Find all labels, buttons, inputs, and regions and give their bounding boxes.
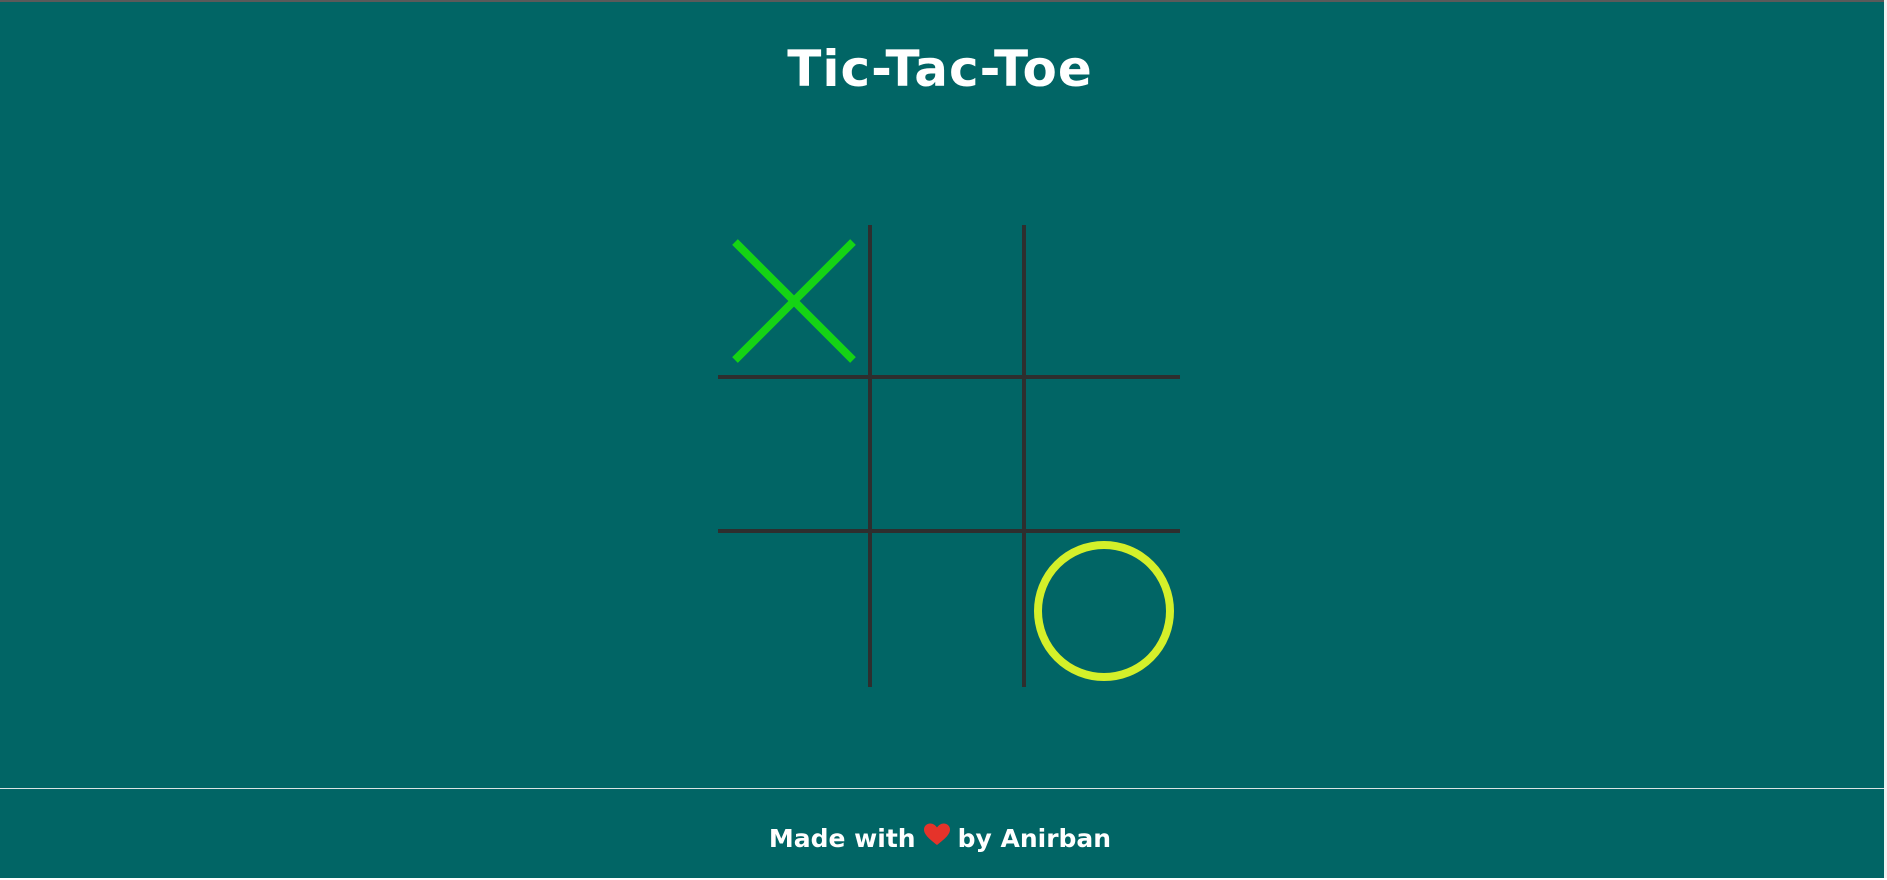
board-cell-9[interactable] — [1026, 533, 1180, 687]
game-board — [718, 225, 1180, 687]
board-cell-4[interactable] — [718, 379, 872, 533]
top-border — [0, 0, 1887, 2]
footer-prefix: Made with — [768, 824, 916, 853]
board-cell-3[interactable] — [1026, 225, 1180, 379]
board-cell-6[interactable] — [1026, 379, 1180, 533]
board-cell-2[interactable] — [872, 225, 1026, 379]
page-title: Tic-Tac-Toe — [787, 40, 1093, 98]
board-cell-1[interactable] — [718, 225, 872, 379]
board-cell-8[interactable] — [872, 533, 1026, 687]
footer-suffix: by Anirban — [957, 824, 1112, 853]
footer-divider — [0, 788, 1884, 789]
board-cell-7[interactable] — [718, 533, 872, 687]
heart-icon — [923, 823, 950, 853]
board-cell-5[interactable] — [872, 379, 1026, 533]
x-mark-icon — [732, 239, 856, 363]
o-mark-icon — [1034, 541, 1174, 681]
footer: Made with by Anirban — [0, 823, 1880, 855]
